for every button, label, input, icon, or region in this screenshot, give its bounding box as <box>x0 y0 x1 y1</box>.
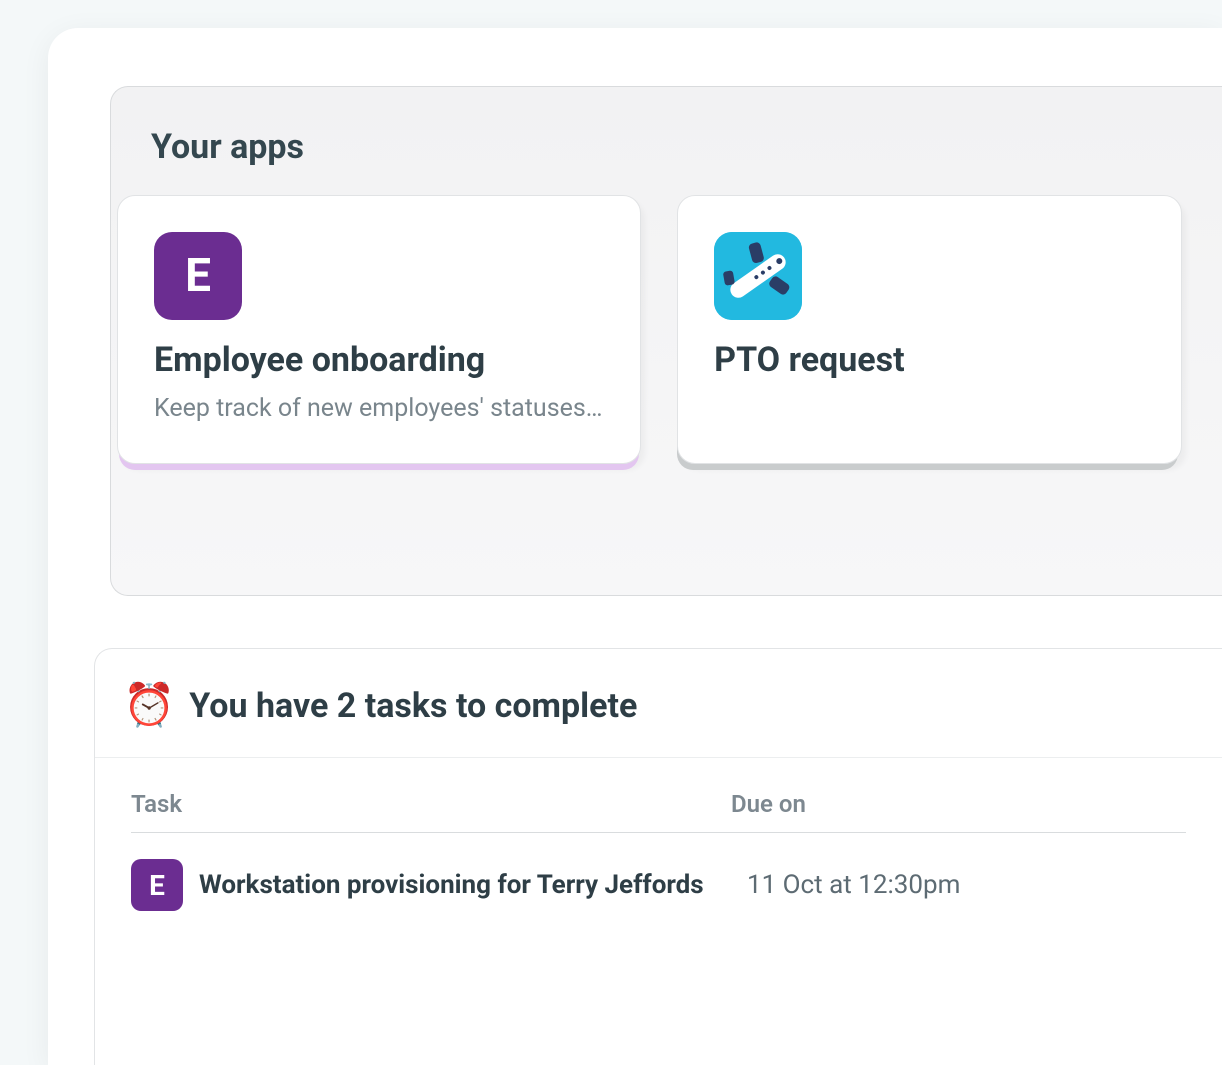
tasks-header: ⏰ You have 2 tasks to complete <box>95 649 1222 758</box>
alarm-clock-icon: ⏰ <box>123 685 175 727</box>
page-card: Your apps E Employee onboarding Keep tra… <box>48 28 1222 1065</box>
task-due: 11 Oct at 12:30pm <box>747 870 1186 900</box>
your-apps-panel: Your apps E Employee onboarding Keep tra… <box>110 86 1222 596</box>
tasks-panel: ⏰ You have 2 tasks to complete Task Due … <box>94 648 1222 1065</box>
table-header: Task Due on <box>131 790 1186 833</box>
app-card-title: Employee onboarding <box>154 340 604 380</box>
table-row[interactable]: E Workstation provisioning for Terry Jef… <box>131 833 1186 911</box>
letter-e-icon: E <box>154 232 242 320</box>
app-card-description: Keep track of new employees' statuses… <box>154 394 604 423</box>
letter-e-icon: E <box>131 859 183 911</box>
column-header-task: Task <box>131 790 731 818</box>
row-icon-letter: E <box>149 869 165 902</box>
app-card-pto-request[interactable]: PTO request <box>677 195 1182 464</box>
app-icon-letter: E <box>185 249 211 303</box>
tasks-table: Task Due on E Workstation provisioning f… <box>95 758 1222 911</box>
app-card-title: PTO request <box>714 340 1145 380</box>
column-header-due: Due on <box>731 790 1186 818</box>
airplane-icon <box>714 232 802 320</box>
airplane-svg <box>714 232 802 320</box>
apps-row: E Employee onboarding Keep track of new … <box>111 195 1222 504</box>
task-title: Workstation provisioning for Terry Jeffo… <box>199 870 731 900</box>
your-apps-title: Your apps <box>111 87 1222 195</box>
tasks-title: You have 2 tasks to complete <box>189 686 637 726</box>
app-card-employee-onboarding[interactable]: E Employee onboarding Keep track of new … <box>117 195 641 464</box>
